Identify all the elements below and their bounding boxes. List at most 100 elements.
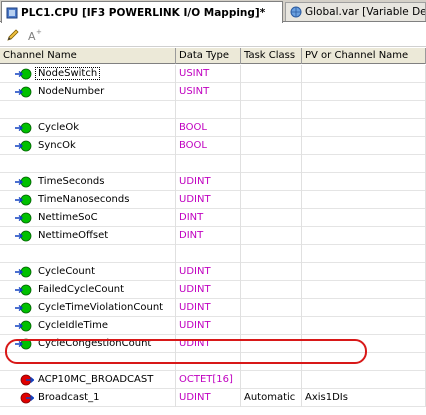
task-class-cell[interactable]: [241, 83, 302, 101]
pv-channel-cell[interactable]: [302, 191, 426, 209]
channel-name-cell[interactable]: SyncOk: [0, 137, 176, 155]
column-header-task-class[interactable]: Task Class: [241, 48, 302, 64]
table-row[interactable]: CycleOk BOOL: [0, 119, 426, 137]
channel-name-cell[interactable]: CycleOk: [0, 119, 176, 137]
data-type-cell[interactable]: DINT: [176, 209, 241, 227]
pv-channel-cell[interactable]: [302, 65, 426, 83]
task-class-cell[interactable]: Automatic: [241, 389, 302, 407]
table-row[interactable]: Broadcast_1 UDINT Automatic Axis1DIs: [0, 389, 426, 407]
pv-channel-cell[interactable]: [302, 173, 426, 191]
table-row[interactable]: NettimeSoC DINT: [0, 209, 426, 227]
tab-global-var[interactable]: Global.var [Variable Declaration]: [285, 2, 426, 21]
table-row[interactable]: TimeNanoseconds UDINT: [0, 191, 426, 209]
pv-channel-cell[interactable]: [302, 227, 426, 245]
data-type-cell[interactable]: UDINT: [176, 389, 241, 407]
pv-channel-cell[interactable]: [302, 371, 426, 389]
channel-name-cell[interactable]: [0, 353, 176, 371]
data-type-cell[interactable]: UDINT: [176, 191, 241, 209]
data-type-cell[interactable]: DINT: [176, 227, 241, 245]
channel-name-cell[interactable]: CycleCongestionCount: [0, 335, 176, 353]
data-type-cell[interactable]: UDINT: [176, 173, 241, 191]
edit-icon[interactable]: [4, 26, 22, 44]
pv-channel-cell[interactable]: [302, 245, 426, 263]
table-row[interactable]: [0, 101, 426, 119]
task-class-cell[interactable]: [241, 191, 302, 209]
table-row[interactable]: TimeSeconds UDINT: [0, 173, 426, 191]
pv-channel-cell[interactable]: [302, 299, 426, 317]
channel-name-cell[interactable]: FailedCycleCount: [0, 281, 176, 299]
channel-name-cell[interactable]: NettimeOffset: [0, 227, 176, 245]
channel-name-cell[interactable]: NodeNumber: [0, 83, 176, 101]
pv-channel-cell[interactable]: [302, 281, 426, 299]
pv-channel-cell[interactable]: [302, 155, 426, 173]
table-row[interactable]: [0, 353, 426, 371]
table-row[interactable]: CycleIdleTime UDINT: [0, 317, 426, 335]
task-class-cell[interactable]: [241, 245, 302, 263]
channel-name-cell[interactable]: TimeNanoseconds: [0, 191, 176, 209]
pv-channel-cell[interactable]: [302, 263, 426, 281]
data-type-cell[interactable]: UDINT: [176, 299, 241, 317]
task-class-cell[interactable]: [241, 371, 302, 389]
data-type-cell[interactable]: BOOL: [176, 137, 241, 155]
tab-io-mapping[interactable]: PLC1.CPU [IF3 POWERLINK I/O Mapping]*: [1, 1, 283, 23]
task-class-cell[interactable]: [241, 209, 302, 227]
table-row[interactable]: FailedCycleCount UDINT: [0, 281, 426, 299]
channel-name-cell[interactable]: [0, 155, 176, 173]
channel-name-cell[interactable]: CycleTimeViolationCount: [0, 299, 176, 317]
data-type-cell[interactable]: UDINT: [176, 317, 241, 335]
data-type-cell[interactable]: UDINT: [176, 335, 241, 353]
pv-channel-cell[interactable]: [302, 101, 426, 119]
task-class-cell[interactable]: [241, 173, 302, 191]
table-row[interactable]: CycleCount UDINT: [0, 263, 426, 281]
task-class-cell[interactable]: [241, 335, 302, 353]
column-header-channel-name[interactable]: Channel Name: [0, 48, 176, 64]
pv-channel-cell[interactable]: [302, 83, 426, 101]
channel-name-cell[interactable]: NodeSwitch: [0, 65, 176, 83]
pv-channel-cell[interactable]: [302, 119, 426, 137]
table-row[interactable]: NodeSwitch USINT: [0, 65, 426, 83]
channel-name-cell[interactable]: Broadcast_1: [0, 389, 176, 407]
task-class-cell[interactable]: [241, 227, 302, 245]
data-type-cell[interactable]: [176, 353, 241, 371]
task-class-cell[interactable]: [241, 281, 302, 299]
channel-name-cell[interactable]: TimeSeconds: [0, 173, 176, 191]
task-class-cell[interactable]: [241, 119, 302, 137]
data-type-cell[interactable]: [176, 245, 241, 263]
task-class-cell[interactable]: [241, 65, 302, 83]
pv-channel-cell[interactable]: Axis1DIs: [302, 389, 426, 407]
pv-channel-cell[interactable]: [302, 137, 426, 155]
channel-name-cell[interactable]: NettimeSoC: [0, 209, 176, 227]
table-row[interactable]: SyncOk BOOL: [0, 137, 426, 155]
task-class-cell[interactable]: [241, 137, 302, 155]
pv-channel-cell[interactable]: [302, 317, 426, 335]
task-class-cell[interactable]: [241, 299, 302, 317]
task-class-cell[interactable]: [241, 317, 302, 335]
task-class-cell[interactable]: [241, 263, 302, 281]
column-header-pv-or-channel[interactable]: PV or Channel Name: [302, 48, 426, 64]
pv-channel-cell[interactable]: [302, 209, 426, 227]
data-type-cell[interactable]: USINT: [176, 83, 241, 101]
channel-name-cell[interactable]: [0, 245, 176, 263]
table-row[interactable]: CycleCongestionCount UDINT: [0, 335, 426, 353]
channel-name-cell[interactable]: CycleIdleTime: [0, 317, 176, 335]
data-type-cell[interactable]: [176, 155, 241, 173]
data-type-cell[interactable]: BOOL: [176, 119, 241, 137]
table-row[interactable]: [0, 245, 426, 263]
pv-channel-cell[interactable]: [302, 335, 426, 353]
table-row[interactable]: CycleTimeViolationCount UDINT: [0, 299, 426, 317]
sort-icon[interactable]: A +: [26, 26, 44, 44]
task-class-cell[interactable]: [241, 353, 302, 371]
channel-name-cell[interactable]: [0, 101, 176, 119]
table-row[interactable]: NettimeOffset DINT: [0, 227, 426, 245]
data-type-cell[interactable]: UDINT: [176, 281, 241, 299]
data-type-cell[interactable]: USINT: [176, 65, 241, 83]
column-header-data-type[interactable]: Data Type: [176, 48, 241, 64]
data-type-cell[interactable]: UDINT: [176, 263, 241, 281]
data-type-cell[interactable]: [176, 101, 241, 119]
table-row[interactable]: ACP10MC_BROADCAST OCTET[16]: [0, 371, 426, 389]
pv-channel-cell[interactable]: [302, 353, 426, 371]
table-row[interactable]: NodeNumber USINT: [0, 83, 426, 101]
channel-name-cell[interactable]: ACP10MC_BROADCAST: [0, 371, 176, 389]
task-class-cell[interactable]: [241, 101, 302, 119]
channel-name-cell[interactable]: CycleCount: [0, 263, 176, 281]
